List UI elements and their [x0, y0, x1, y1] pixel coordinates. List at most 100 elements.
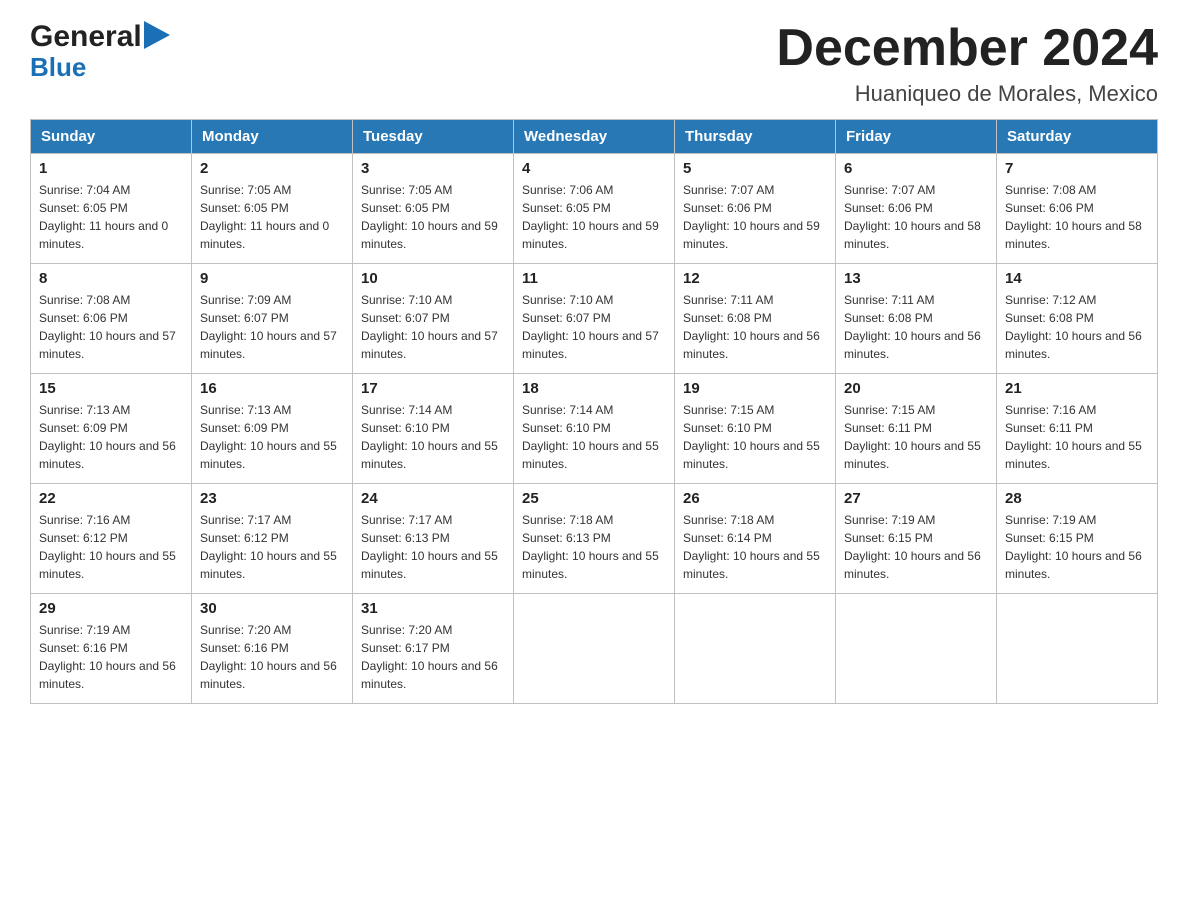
- day-number: 11: [522, 270, 666, 287]
- calendar-cell: 8 Sunrise: 7:08 AMSunset: 6:06 PMDayligh…: [31, 264, 192, 374]
- day-info: Sunrise: 7:11 AMSunset: 6:08 PMDaylight:…: [683, 291, 827, 363]
- location-title: Huaniqueo de Morales, Mexico: [776, 81, 1158, 107]
- day-number: 31: [361, 600, 505, 617]
- day-number: 27: [844, 490, 988, 507]
- day-number: 19: [683, 380, 827, 397]
- day-info: Sunrise: 7:19 AMSunset: 6:15 PMDaylight:…: [1005, 511, 1149, 583]
- calendar-cell: 20 Sunrise: 7:15 AMSunset: 6:11 PMDaylig…: [836, 374, 997, 484]
- calendar-week-5: 29 Sunrise: 7:19 AMSunset: 6:16 PMDaylig…: [31, 594, 1158, 704]
- calendar-cell: 29 Sunrise: 7:19 AMSunset: 6:16 PMDaylig…: [31, 594, 192, 704]
- calendar-cell: 5 Sunrise: 7:07 AMSunset: 6:06 PMDayligh…: [675, 154, 836, 264]
- day-info: Sunrise: 7:16 AMSunset: 6:12 PMDaylight:…: [39, 511, 183, 583]
- calendar-cell: 16 Sunrise: 7:13 AMSunset: 6:09 PMDaylig…: [192, 374, 353, 484]
- day-info: Sunrise: 7:09 AMSunset: 6:07 PMDaylight:…: [200, 291, 344, 363]
- calendar-cell: 4 Sunrise: 7:06 AMSunset: 6:05 PMDayligh…: [514, 154, 675, 264]
- day-info: Sunrise: 7:04 AMSunset: 6:05 PMDaylight:…: [39, 181, 183, 253]
- calendar-cell: 17 Sunrise: 7:14 AMSunset: 6:10 PMDaylig…: [353, 374, 514, 484]
- calendar-header-sunday: Sunday: [31, 120, 192, 154]
- logo-blue: Blue: [30, 52, 86, 83]
- calendar-cell: 27 Sunrise: 7:19 AMSunset: 6:15 PMDaylig…: [836, 484, 997, 594]
- day-info: Sunrise: 7:13 AMSunset: 6:09 PMDaylight:…: [200, 401, 344, 473]
- calendar-week-2: 8 Sunrise: 7:08 AMSunset: 6:06 PMDayligh…: [31, 264, 1158, 374]
- day-info: Sunrise: 7:12 AMSunset: 6:08 PMDaylight:…: [1005, 291, 1149, 363]
- day-number: 7: [1005, 160, 1149, 177]
- day-info: Sunrise: 7:11 AMSunset: 6:08 PMDaylight:…: [844, 291, 988, 363]
- day-info: Sunrise: 7:07 AMSunset: 6:06 PMDaylight:…: [683, 181, 827, 253]
- day-info: Sunrise: 7:08 AMSunset: 6:06 PMDaylight:…: [39, 291, 183, 363]
- day-number: 4: [522, 160, 666, 177]
- calendar-cell: [675, 594, 836, 704]
- calendar-cell: [836, 594, 997, 704]
- day-info: Sunrise: 7:20 AMSunset: 6:17 PMDaylight:…: [361, 621, 505, 693]
- day-info: Sunrise: 7:19 AMSunset: 6:16 PMDaylight:…: [39, 621, 183, 693]
- day-number: 24: [361, 490, 505, 507]
- day-info: Sunrise: 7:06 AMSunset: 6:05 PMDaylight:…: [522, 181, 666, 253]
- day-number: 21: [1005, 380, 1149, 397]
- calendar-cell: 10 Sunrise: 7:10 AMSunset: 6:07 PMDaylig…: [353, 264, 514, 374]
- title-area: December 2024 Huaniqueo de Morales, Mexi…: [776, 20, 1158, 107]
- day-number: 15: [39, 380, 183, 397]
- day-number: 18: [522, 380, 666, 397]
- calendar-cell: [514, 594, 675, 704]
- calendar-cell: 3 Sunrise: 7:05 AMSunset: 6:05 PMDayligh…: [353, 154, 514, 264]
- day-number: 10: [361, 270, 505, 287]
- day-number: 5: [683, 160, 827, 177]
- calendar-cell: 28 Sunrise: 7:19 AMSunset: 6:15 PMDaylig…: [997, 484, 1158, 594]
- calendar-cell: 22 Sunrise: 7:16 AMSunset: 6:12 PMDaylig…: [31, 484, 192, 594]
- calendar-cell: 19 Sunrise: 7:15 AMSunset: 6:10 PMDaylig…: [675, 374, 836, 484]
- day-info: Sunrise: 7:10 AMSunset: 6:07 PMDaylight:…: [522, 291, 666, 363]
- day-number: 2: [200, 160, 344, 177]
- day-number: 16: [200, 380, 344, 397]
- calendar-cell: 7 Sunrise: 7:08 AMSunset: 6:06 PMDayligh…: [997, 154, 1158, 264]
- day-number: 1: [39, 160, 183, 177]
- day-number: 26: [683, 490, 827, 507]
- calendar-cell: 25 Sunrise: 7:18 AMSunset: 6:13 PMDaylig…: [514, 484, 675, 594]
- day-info: Sunrise: 7:15 AMSunset: 6:10 PMDaylight:…: [683, 401, 827, 473]
- calendar-cell: 26 Sunrise: 7:18 AMSunset: 6:14 PMDaylig…: [675, 484, 836, 594]
- day-info: Sunrise: 7:07 AMSunset: 6:06 PMDaylight:…: [844, 181, 988, 253]
- calendar-cell: 14 Sunrise: 7:12 AMSunset: 6:08 PMDaylig…: [997, 264, 1158, 374]
- day-info: Sunrise: 7:18 AMSunset: 6:13 PMDaylight:…: [522, 511, 666, 583]
- day-info: Sunrise: 7:18 AMSunset: 6:14 PMDaylight:…: [683, 511, 827, 583]
- day-info: Sunrise: 7:17 AMSunset: 6:12 PMDaylight:…: [200, 511, 344, 583]
- calendar-table: SundayMondayTuesdayWednesdayThursdayFrid…: [30, 119, 1158, 704]
- calendar-cell: 21 Sunrise: 7:16 AMSunset: 6:11 PMDaylig…: [997, 374, 1158, 484]
- calendar-cell: 1 Sunrise: 7:04 AMSunset: 6:05 PMDayligh…: [31, 154, 192, 264]
- day-number: 9: [200, 270, 344, 287]
- day-info: Sunrise: 7:17 AMSunset: 6:13 PMDaylight:…: [361, 511, 505, 583]
- calendar-cell: 15 Sunrise: 7:13 AMSunset: 6:09 PMDaylig…: [31, 374, 192, 484]
- day-info: Sunrise: 7:10 AMSunset: 6:07 PMDaylight:…: [361, 291, 505, 363]
- day-number: 20: [844, 380, 988, 397]
- logo-general: General: [30, 20, 142, 54]
- logo-arrow-icon: [144, 21, 170, 49]
- calendar-header-thursday: Thursday: [675, 120, 836, 154]
- day-number: 3: [361, 160, 505, 177]
- logo: General Blue: [30, 20, 170, 83]
- day-info: Sunrise: 7:13 AMSunset: 6:09 PMDaylight:…: [39, 401, 183, 473]
- day-number: 25: [522, 490, 666, 507]
- day-number: 12: [683, 270, 827, 287]
- calendar-cell: 13 Sunrise: 7:11 AMSunset: 6:08 PMDaylig…: [836, 264, 997, 374]
- day-number: 29: [39, 600, 183, 617]
- day-info: Sunrise: 7:08 AMSunset: 6:06 PMDaylight:…: [1005, 181, 1149, 253]
- day-info: Sunrise: 7:15 AMSunset: 6:11 PMDaylight:…: [844, 401, 988, 473]
- calendar-header-monday: Monday: [192, 120, 353, 154]
- calendar-header-wednesday: Wednesday: [514, 120, 675, 154]
- calendar-cell: 6 Sunrise: 7:07 AMSunset: 6:06 PMDayligh…: [836, 154, 997, 264]
- calendar-cell: 12 Sunrise: 7:11 AMSunset: 6:08 PMDaylig…: [675, 264, 836, 374]
- calendar-cell: 11 Sunrise: 7:10 AMSunset: 6:07 PMDaylig…: [514, 264, 675, 374]
- calendar-week-3: 15 Sunrise: 7:13 AMSunset: 6:09 PMDaylig…: [31, 374, 1158, 484]
- day-number: 30: [200, 600, 344, 617]
- day-number: 23: [200, 490, 344, 507]
- day-info: Sunrise: 7:05 AMSunset: 6:05 PMDaylight:…: [200, 181, 344, 253]
- calendar-cell: 30 Sunrise: 7:20 AMSunset: 6:16 PMDaylig…: [192, 594, 353, 704]
- day-info: Sunrise: 7:16 AMSunset: 6:11 PMDaylight:…: [1005, 401, 1149, 473]
- day-info: Sunrise: 7:05 AMSunset: 6:05 PMDaylight:…: [361, 181, 505, 253]
- calendar-week-4: 22 Sunrise: 7:16 AMSunset: 6:12 PMDaylig…: [31, 484, 1158, 594]
- calendar-header-friday: Friday: [836, 120, 997, 154]
- calendar-week-1: 1 Sunrise: 7:04 AMSunset: 6:05 PMDayligh…: [31, 154, 1158, 264]
- calendar-cell: 24 Sunrise: 7:17 AMSunset: 6:13 PMDaylig…: [353, 484, 514, 594]
- calendar-cell: 23 Sunrise: 7:17 AMSunset: 6:12 PMDaylig…: [192, 484, 353, 594]
- day-number: 13: [844, 270, 988, 287]
- day-info: Sunrise: 7:20 AMSunset: 6:16 PMDaylight:…: [200, 621, 344, 693]
